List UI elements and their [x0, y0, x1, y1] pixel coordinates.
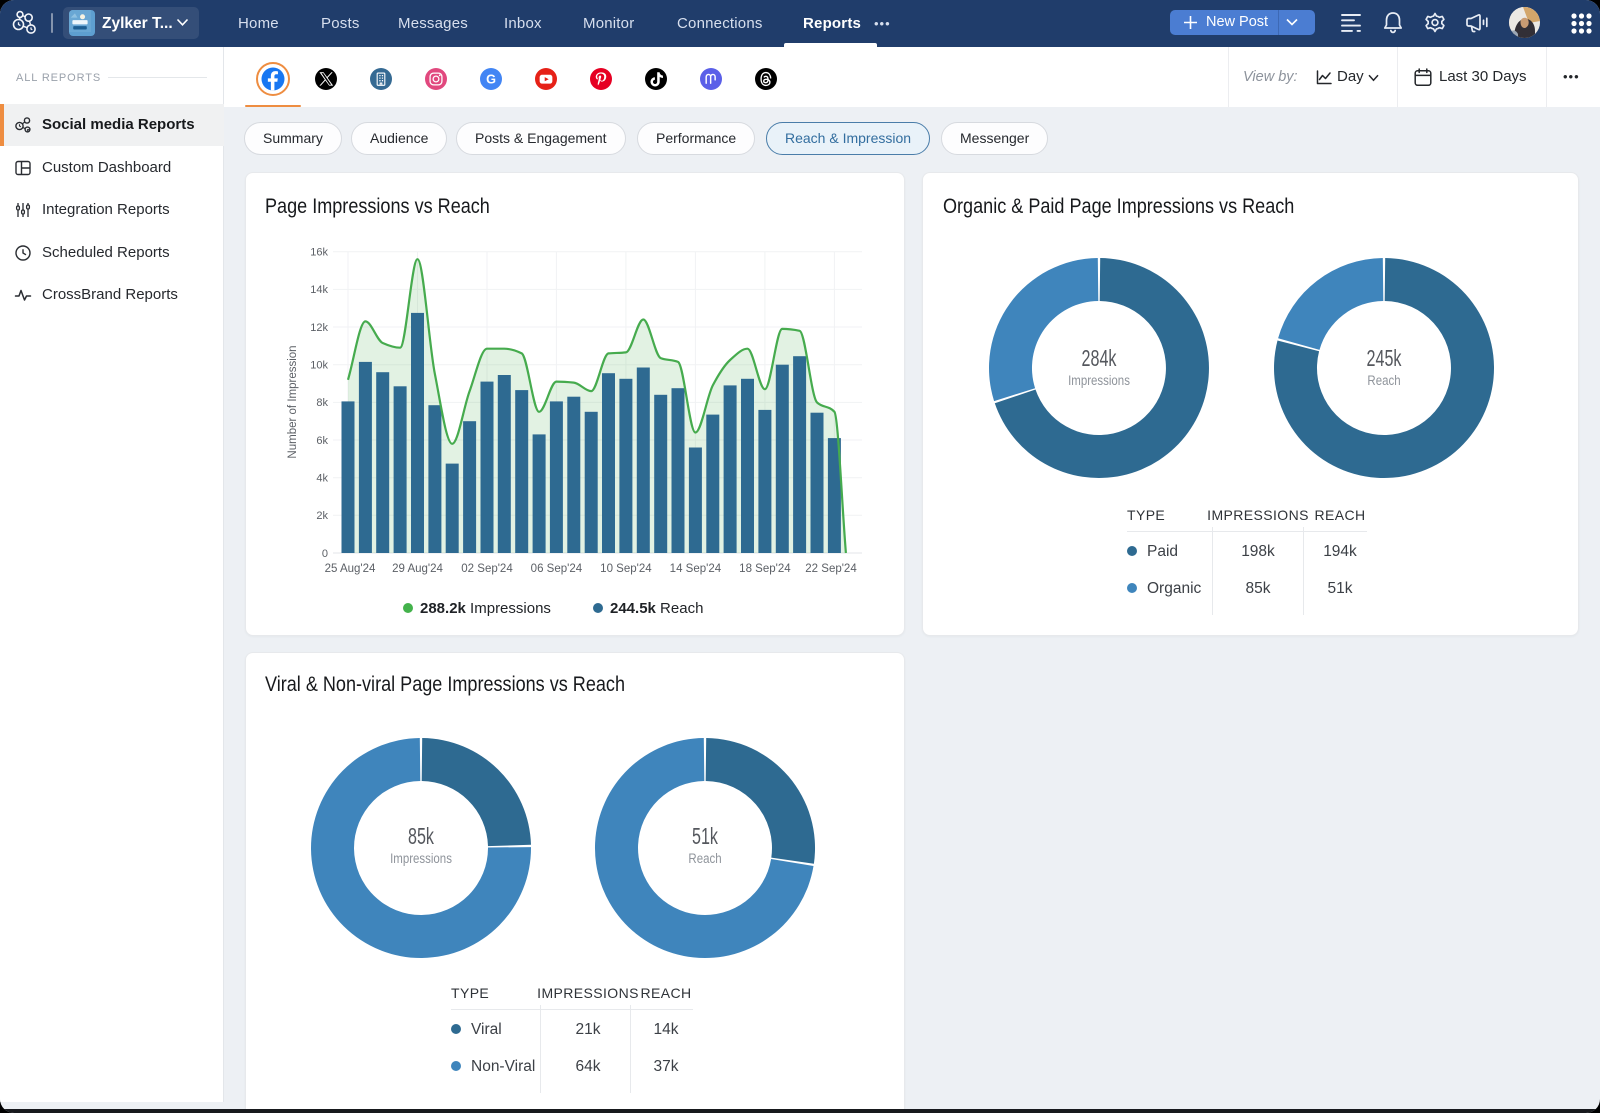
svg-text:16k: 16k [310, 247, 328, 259]
svg-text:2k: 2k [316, 510, 328, 522]
svg-text:6k: 6k [316, 435, 328, 447]
svg-text:25 Aug'24: 25 Aug'24 [325, 563, 376, 575]
svg-text:02 Sep'24: 02 Sep'24 [461, 563, 513, 575]
svg-text:18 Sep'24: 18 Sep'24 [739, 563, 791, 575]
svg-text:12k: 12k [310, 322, 328, 334]
svg-text:4k: 4k [316, 473, 328, 485]
svg-text:10 Sep'24: 10 Sep'24 [600, 563, 652, 575]
svg-text:14k: 14k [310, 284, 328, 296]
svg-text:8k: 8k [316, 397, 328, 409]
svg-text:0: 0 [322, 548, 328, 560]
svg-text:14 Sep'24: 14 Sep'24 [670, 563, 722, 575]
svg-text:22 Sep'24: 22 Sep'24 [805, 563, 857, 575]
svg-text:Number of Impression: Number of Impression [287, 345, 299, 458]
svg-text:29 Aug'24: 29 Aug'24 [392, 563, 443, 575]
svg-text:288.2k Impressions: 288.2k Impressions [420, 600, 551, 617]
svg-text:G: G [486, 72, 496, 86]
svg-text:10k: 10k [310, 360, 328, 372]
svg-text:244.5k Reach: 244.5k Reach [610, 600, 703, 617]
svg-text:06 Sep'24: 06 Sep'24 [531, 563, 583, 575]
